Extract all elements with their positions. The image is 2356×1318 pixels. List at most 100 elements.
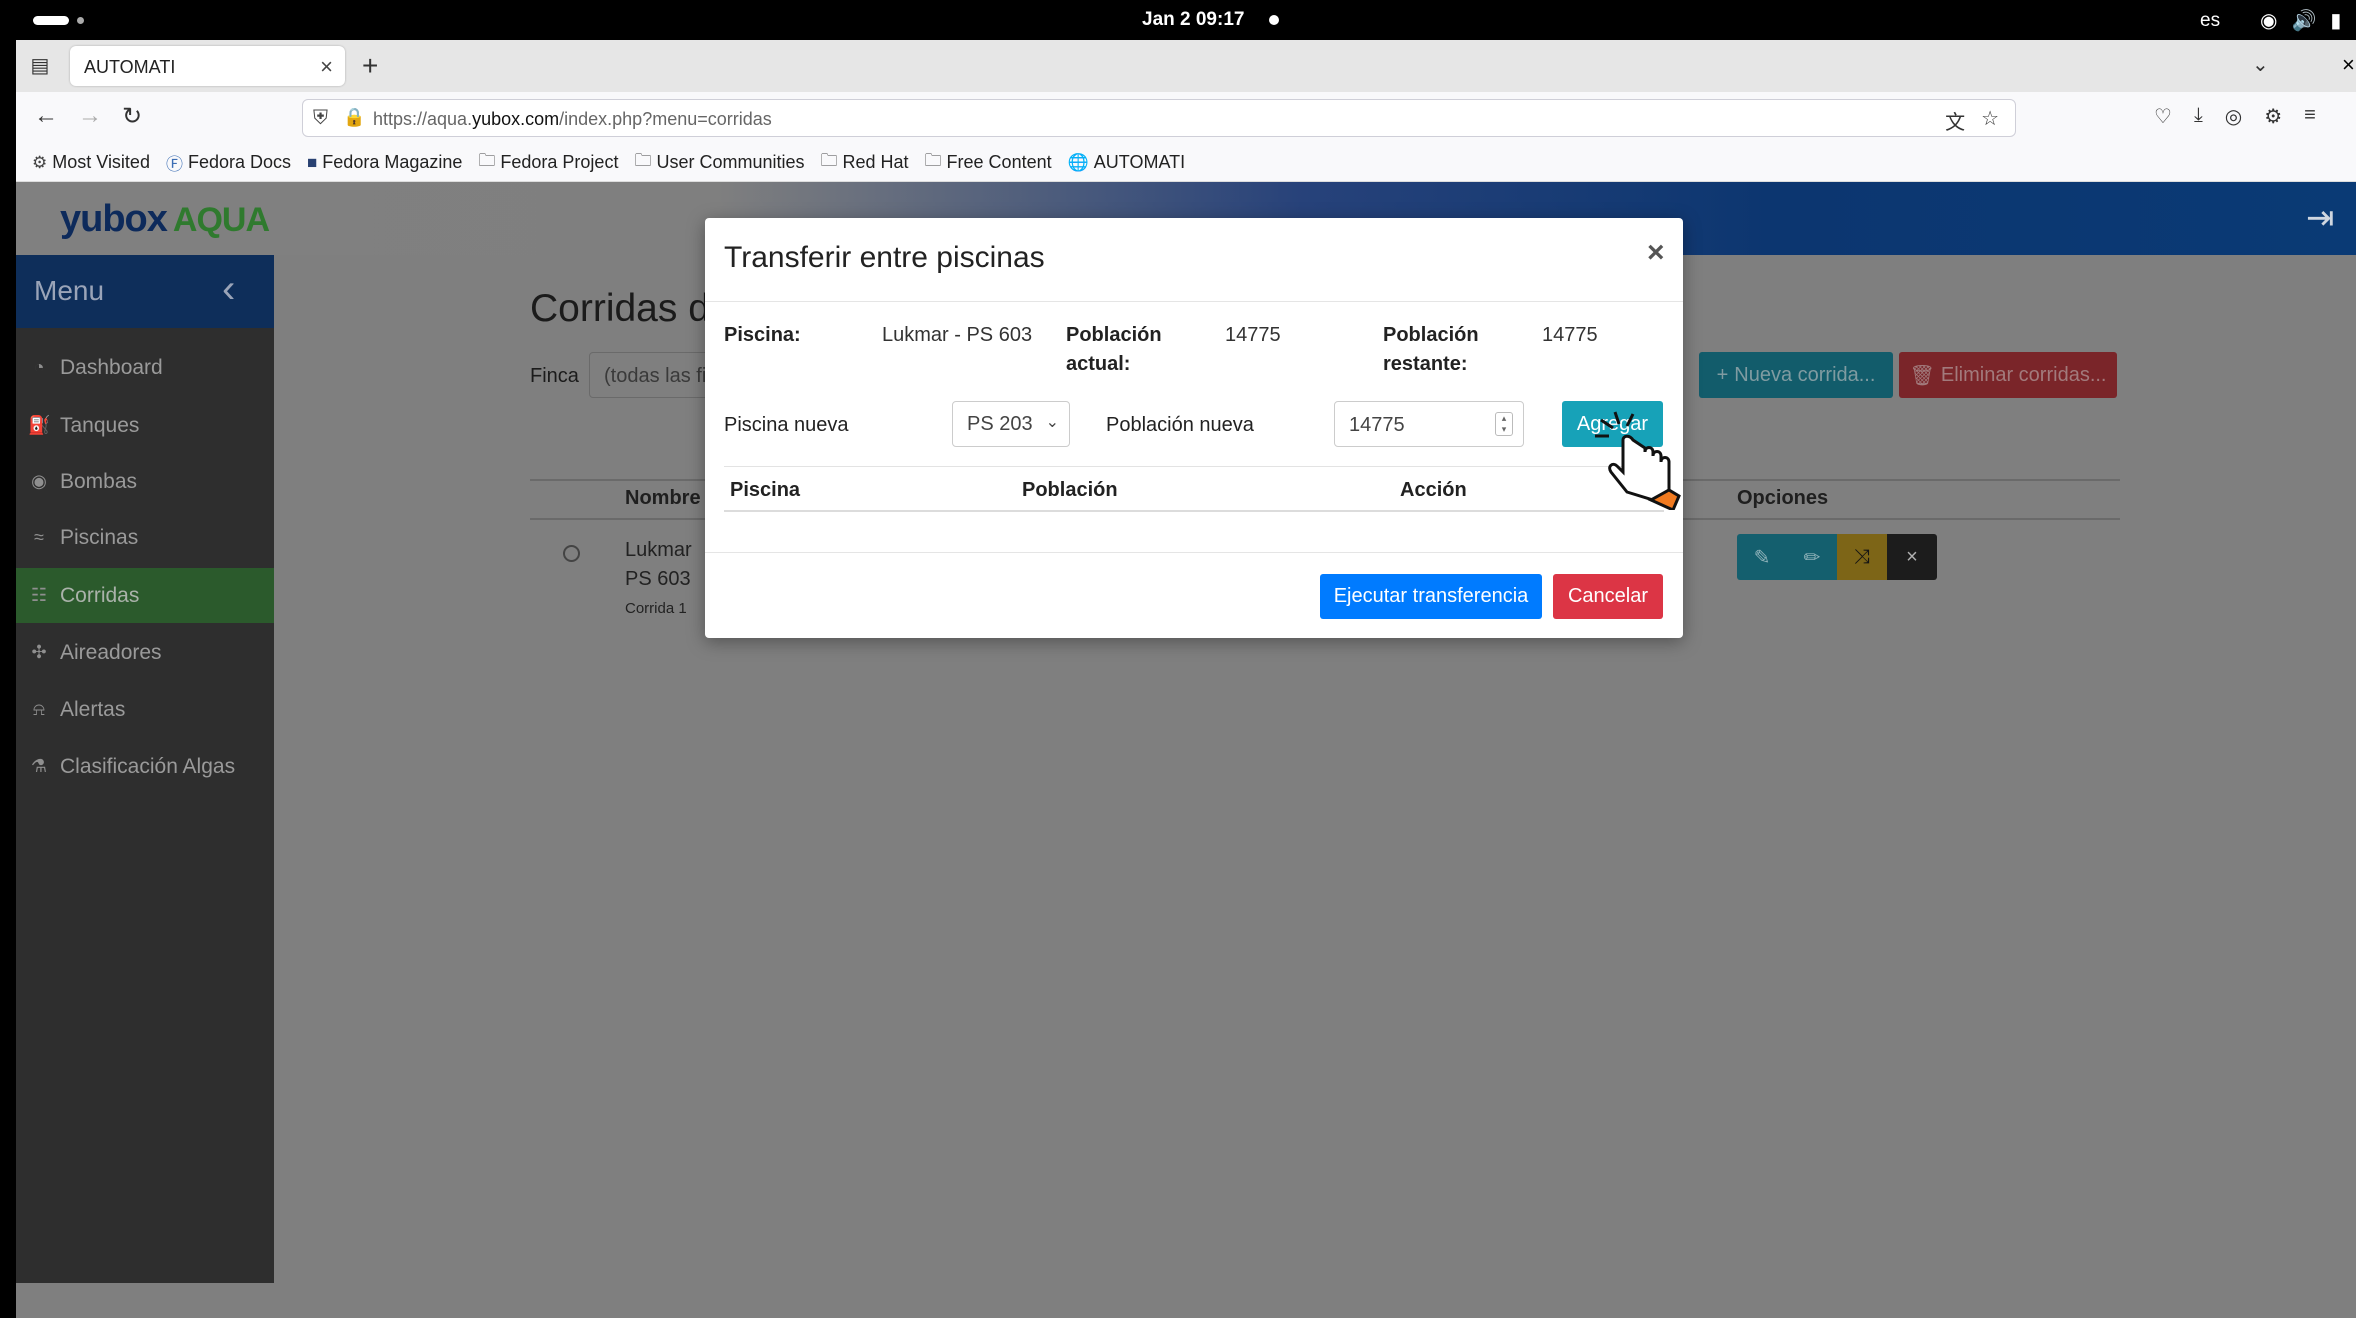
address-bar[interactable]: ⛨ 🔒 https://aqua.yubox.com/index.php?men… <box>302 99 2016 137</box>
menu-label: Menu <box>34 275 105 306</box>
forward-icon[interactable]: → <box>78 102 102 130</box>
lock-icon[interactable]: 🔒 <box>343 107 365 128</box>
plus-icon: + <box>1716 363 1729 386</box>
fan-icon: ✣ <box>31 642 47 662</box>
poblacion-nueva-input[interactable]: 14775 ▴ ▾ <box>1334 401 1524 447</box>
new-tab-button[interactable]: + <box>362 50 378 82</box>
poblacion-nueva-label: Población nueva <box>1106 414 1254 436</box>
column-poblacion: Población <box>1022 479 1118 501</box>
close-icon[interactable]: × <box>1647 236 1665 270</box>
sidebar-item-alertas[interactable]: ⍾ Alertas <box>16 682 274 737</box>
poblacion-actual-label-1: Población <box>1066 324 1162 346</box>
poblacion-restante-label-2: restante: <box>1383 353 1468 375</box>
number-stepper-icon[interactable]: ▴ ▾ <box>1495 412 1513 436</box>
poblacion-actual-label-2: actual: <box>1066 353 1131 375</box>
pocket-icon[interactable]: ♡ <box>2154 104 2172 129</box>
trash-icon: 🗑 <box>1909 364 1935 387</box>
shuffle-icon[interactable]: ⤨ <box>1837 534 1887 580</box>
ejecutar-transferencia-button[interactable]: Ejecutar transferencia <box>1320 574 1542 619</box>
gear-icon: ⚙ <box>32 152 48 172</box>
bookmark-fedora-magazine[interactable]: ■ Fedora Magazine <box>307 152 462 173</box>
column-piscina: Piscina <box>730 479 801 501</box>
modal-title: Transferir entre piscinas <box>724 241 1045 274</box>
tab-close-icon[interactable]: × <box>320 54 333 80</box>
row-options: ✎ ✏ ⤨ × <box>1737 534 1937 580</box>
clock[interactable]: Jan 2 09:17 <box>1142 9 1244 31</box>
column-nombre[interactable]: Nombre <box>625 487 701 510</box>
extensions-icon[interactable]: ⚙ <box>2264 104 2282 129</box>
chevron-left-icon[interactable]: ‹ <box>222 267 235 312</box>
account-icon[interactable]: ◎ <box>2225 104 2242 129</box>
cancelar-button[interactable]: Cancelar <box>1553 574 1663 619</box>
folder-icon: 🗀 <box>924 151 942 170</box>
logout-icon[interactable]: ⇥ <box>2306 198 2335 238</box>
dashboard-icon: ◔ <box>33 357 45 377</box>
system-tray[interactable]: ◉ 🔊 ▮ <box>2260 8 2341 33</box>
row-corrida: Corrida 1 <box>625 600 687 617</box>
back-icon[interactable]: ← <box>34 102 58 130</box>
water-icon: ≈ <box>34 527 44 547</box>
tab-bar: ▤ AUTOMATI × + ⌄ × <box>16 40 2356 92</box>
os-top-bar: Jan 2 09:17 es ◉ 🔊 ▮ <box>0 0 2356 40</box>
sidebar-item-piscinas[interactable]: ≈ Piscinas <box>16 510 274 565</box>
piscina-value: Lukmar - PS 603 <box>882 324 1033 346</box>
microscope-icon: ⚗ <box>30 756 48 776</box>
column-accion: Acción <box>1400 479 1467 501</box>
transfer-table-header: Piscina Población Acción <box>724 466 1664 512</box>
chevron-down-icon[interactable]: ⌄ <box>2252 52 2269 77</box>
tab-automati[interactable]: AUTOMATI × <box>70 46 345 86</box>
bookmark-red-hat[interactable]: 🗀 Red Hat <box>821 148 909 177</box>
bookmark-automati[interactable]: 🌐 AUTOMATI <box>1068 152 1186 173</box>
pencil-icon[interactable]: ✏ <box>1787 534 1837 580</box>
folder-icon: 🗀 <box>634 151 652 170</box>
sidebar-item-corridas[interactable]: ☷ Corridas <box>16 568 274 623</box>
gas-pump-icon: ⛽ <box>28 415 51 435</box>
eliminar-corridas-button[interactable]: 🗑 Eliminar corridas... <box>1899 352 2117 398</box>
bookmark-fedora-docs[interactable]: Ⓕ Fedora Docs <box>166 150 291 175</box>
bookmark-most-visited[interactable]: ⚙ Most Visited <box>32 152 150 173</box>
pump-icon: ◉ <box>31 471 47 491</box>
fedora-icon: Ⓕ <box>165 155 183 174</box>
shield-icon[interactable]: ⛨ <box>313 107 328 130</box>
url-text[interactable]: https://aqua.yubox.com/index.php?menu=co… <box>373 109 772 130</box>
star-icon[interactable]: ☆ <box>1981 106 1999 135</box>
folder-icon: 🗀 <box>820 151 838 170</box>
keyboard-language[interactable]: es <box>2200 10 2220 32</box>
window-close-icon[interactable]: × <box>2342 52 2355 78</box>
piscina-nueva-label: Piscina nueva <box>724 414 849 436</box>
tab-list-icon[interactable]: ▤ <box>28 54 52 78</box>
poblacion-restante-label-1: Población <box>1383 324 1479 346</box>
folder-icon: 🗀 <box>478 151 496 170</box>
reload-icon[interactable]: ↻ <box>122 102 142 131</box>
piscina-nueva-select[interactable]: PS 203 ⌄ <box>952 401 1070 447</box>
notification-dot <box>1269 15 1279 25</box>
sidebar-item-clasificacion-algas[interactable]: ⚗ Clasificación Algas <box>16 739 274 794</box>
delete-icon[interactable]: × <box>1887 534 1937 580</box>
bookmark-fedora-project[interactable]: 🗀 Fedora Project <box>478 148 618 177</box>
piscina-label: Piscina: <box>724 324 801 346</box>
sidebar-item-dashboard[interactable]: ◔ Dashboard <box>16 340 274 395</box>
sidebar-item-aireadores[interactable]: ✣ Aireadores <box>16 625 274 680</box>
bell-icon: ⍾ <box>33 699 45 719</box>
menu-icon[interactable]: ≡ <box>2304 104 2316 129</box>
bookmark-free-content[interactable]: 🗀 Free Content <box>925 148 1052 177</box>
download-icon[interactable]: ⤓ <box>2194 104 2203 129</box>
globe-icon: 🌐 <box>1067 152 1089 172</box>
row-piscina: PS 603 <box>625 568 691 590</box>
toolbar-icons: ♡ ⤓ ◎ ⚙ ≡ <box>2154 104 2316 129</box>
row-finca: Lukmar <box>625 539 692 561</box>
yubox-aqua-logo[interactable]: yubox AQUA <box>60 198 270 241</box>
activities-indicator[interactable] <box>33 16 69 25</box>
sidebar-item-bombas[interactable]: ◉ Bombas <box>16 454 274 509</box>
bookmarks-bar: ⚙ Most Visited Ⓕ Fedora Docs ■ Fedora Magaz… <box>16 144 2356 182</box>
transfer-modal: Transferir entre piscinas × Piscina: Luk… <box>705 218 1683 638</box>
sidebar: Menu ‹ ◔ Dashboard ⛽ Tanques ◉ Bombas ≈ Pisc… <box>16 255 274 1283</box>
sidebar-item-tanques[interactable]: ⛽ Tanques <box>16 398 274 453</box>
edit-icon[interactable]: ✎ <box>1737 534 1787 580</box>
nueva-corrida-button[interactable]: + Nueva corrida... <box>1699 352 1893 398</box>
finca-label: Finca <box>530 365 579 387</box>
translate-icon[interactable]: 文 <box>1945 106 1965 135</box>
nav-bar: ← → ↻ ⛨ 🔒 https://aqua.yubox.com/index.p… <box>16 92 2356 144</box>
row-select-radio[interactable] <box>563 545 580 562</box>
bookmark-user-communities[interactable]: 🗀 User Communities <box>634 148 804 177</box>
